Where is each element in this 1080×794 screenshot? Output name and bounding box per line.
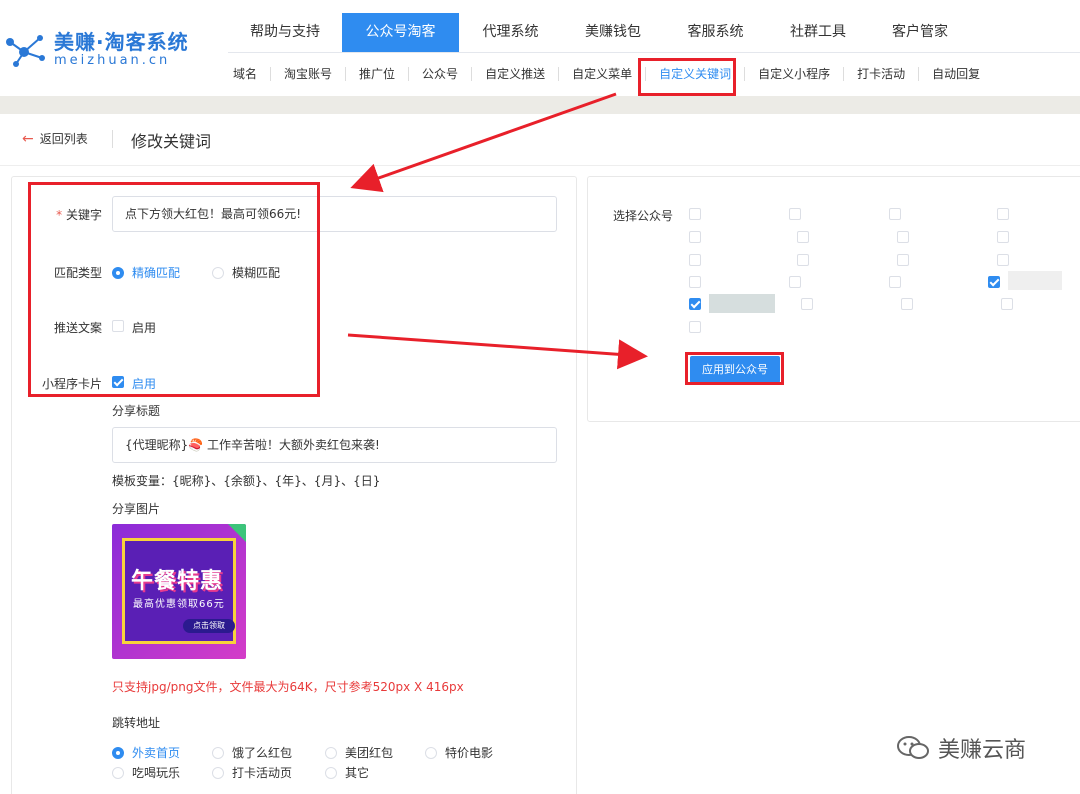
sub-tab-custom-menu[interactable]: 自定义菜单 bbox=[559, 67, 647, 81]
share-image-label: 分享图片 bbox=[112, 502, 161, 516]
account-checkbox[interactable] bbox=[897, 254, 909, 266]
account-checkbox[interactable] bbox=[997, 254, 1009, 266]
template-variables: 模板变量：{昵称}、{余额}、{年}、{月}、{日} bbox=[112, 474, 381, 488]
sub-tab-checkin[interactable]: 打卡活动 bbox=[844, 67, 920, 81]
account-checkbox[interactable] bbox=[789, 276, 801, 288]
share-image-preview[interactable]: 午餐特惠 最高优惠领取66元 点击领取 bbox=[112, 524, 246, 659]
account-checkbox[interactable] bbox=[1001, 298, 1013, 310]
annotation-button-highlight bbox=[685, 352, 784, 385]
jump-meituan-radio[interactable]: 美团红包 bbox=[325, 744, 393, 761]
account-checkbox[interactable] bbox=[689, 254, 701, 266]
account-checkbox[interactable] bbox=[797, 254, 809, 266]
account-checkbox[interactable] bbox=[901, 298, 913, 310]
jump-food-fun-radio[interactable]: 吃喝玩乐 bbox=[112, 764, 180, 781]
account-checkbox[interactable] bbox=[689, 321, 701, 333]
sub-tab-custom-push[interactable]: 自定义推送 bbox=[472, 67, 560, 81]
main-tab-help[interactable]: 帮助与支持 bbox=[228, 13, 342, 52]
account-checkbox[interactable] bbox=[689, 298, 701, 310]
logo[interactable]: 美赚·淘客系统 meizhuan.cn bbox=[2, 22, 202, 72]
share-title-label: 分享标题 bbox=[112, 404, 161, 418]
main-tab-wallet[interactable]: 美赚钱包 bbox=[562, 13, 664, 52]
logo-network-icon bbox=[6, 35, 45, 67]
wechat-icon bbox=[897, 736, 929, 759]
share-image-headline: 午餐特惠 bbox=[131, 569, 224, 594]
header: 美赚·淘客系统 meizhuan.cn 帮助与支持 公众号淘客 代理系统 美赚钱… bbox=[0, 0, 1080, 96]
jump-movie-radio[interactable]: 特价电影 bbox=[425, 744, 493, 761]
breadcrumb: ← 返回列表 修改关键词 bbox=[0, 114, 1080, 166]
sub-tab-official-account[interactable]: 公众号 bbox=[409, 67, 473, 81]
sub-tab-promo-slot[interactable]: 推广位 bbox=[346, 67, 410, 81]
account-checkbox[interactable] bbox=[897, 231, 909, 243]
account-checkbox[interactable] bbox=[689, 276, 701, 288]
sub-nav: 域名 淘宝账号 推广位 公众号 自定义推送 自定义菜单 自定义关键词 自定义小程… bbox=[220, 62, 993, 86]
annotation-tab-highlight bbox=[638, 58, 736, 96]
account-checkbox[interactable] bbox=[789, 208, 801, 220]
sub-tab-auto-reply[interactable]: 自动回复 bbox=[919, 67, 993, 81]
account-checkbox[interactable] bbox=[988, 276, 1000, 288]
annotation-form-highlight bbox=[28, 182, 320, 397]
share-image-button-graphic: 点击领取 bbox=[183, 619, 235, 633]
jump-other-radio[interactable]: 其它 bbox=[325, 764, 369, 781]
share-image-subline: 最高优惠领取66元 bbox=[133, 599, 225, 610]
watermark-text: 美赚云商 bbox=[938, 738, 1027, 763]
header-divider-band bbox=[0, 96, 1080, 114]
main-tab-crm[interactable]: 客户管家 bbox=[869, 13, 971, 52]
main-tab-community[interactable]: 社群工具 bbox=[767, 13, 869, 52]
account-checkbox[interactable] bbox=[689, 208, 701, 220]
account-checkbox[interactable] bbox=[689, 231, 701, 243]
main-nav: 帮助与支持 公众号淘客 代理系统 美赚钱包 客服系统 社群工具 客户管家 bbox=[228, 13, 1080, 53]
main-tab-wechat-taoke[interactable]: 公众号淘客 bbox=[342, 13, 459, 52]
back-to-list-link[interactable]: ← 返回列表 bbox=[22, 130, 88, 147]
back-label: 返回列表 bbox=[39, 132, 88, 146]
main-tab-customer-service[interactable]: 客服系统 bbox=[664, 13, 767, 52]
redacted-account-name bbox=[709, 294, 775, 313]
image-upload-hint: 只支持jpg/png文件，文件最大为64K，尺寸参考520px X 416px bbox=[112, 680, 464, 694]
page-title: 修改关键词 bbox=[131, 132, 212, 151]
account-checkbox[interactable] bbox=[997, 208, 1009, 220]
account-checkbox[interactable] bbox=[889, 276, 901, 288]
jump-takeout-home-radio[interactable]: 外卖首页 bbox=[112, 744, 180, 761]
logo-subtitle: meizhuan.cn bbox=[54, 53, 171, 68]
watermark: 美赚云商 bbox=[896, 732, 1026, 764]
jump-checkin-page-radio[interactable]: 打卡活动页 bbox=[212, 764, 292, 781]
main-tab-agent[interactable]: 代理系统 bbox=[459, 13, 562, 52]
share-title-input[interactable]: {代理昵称}🍣 工作辛苦啦！大额外卖红包来袭! bbox=[112, 427, 557, 463]
account-checkbox[interactable] bbox=[797, 231, 809, 243]
logo-title: 美赚·淘客系统 bbox=[54, 30, 189, 54]
select-account-label: 选择公众号 bbox=[613, 209, 674, 223]
sub-tab-custom-miniapp[interactable]: 自定义小程序 bbox=[745, 67, 845, 81]
account-checkbox[interactable] bbox=[801, 298, 813, 310]
jump-eleme-radio[interactable]: 饿了么红包 bbox=[212, 744, 292, 761]
account-checkbox[interactable] bbox=[997, 231, 1009, 243]
arrow-left-icon: ← bbox=[22, 130, 34, 147]
sub-tab-domain[interactable]: 域名 bbox=[220, 67, 272, 81]
sub-tab-taobao-account[interactable]: 淘宝账号 bbox=[271, 67, 347, 81]
breadcrumb-divider bbox=[112, 130, 113, 148]
jump-address-label: 跳转地址 bbox=[112, 716, 161, 730]
redacted-account-name bbox=[1008, 271, 1062, 290]
account-checkbox[interactable] bbox=[889, 208, 901, 220]
